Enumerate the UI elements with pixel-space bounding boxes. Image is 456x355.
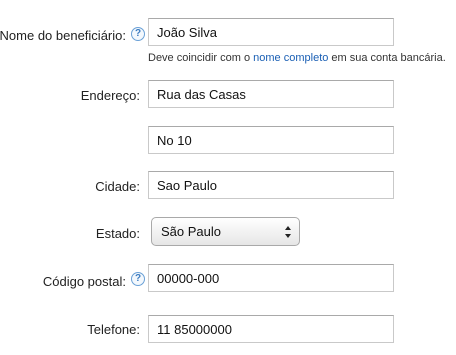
city-input[interactable] <box>148 171 394 199</box>
address-line2-input[interactable] <box>148 126 394 154</box>
city-label: Cidade: <box>95 179 140 194</box>
phone-label: Telefone: <box>87 322 140 337</box>
phone-input[interactable] <box>148 315 394 343</box>
address-line1-input[interactable] <box>148 80 394 108</box>
postal-code-input[interactable] <box>148 264 394 292</box>
address-label: Endereço: <box>80 88 140 103</box>
state-select[interactable]: São Paulo <box>151 217 300 246</box>
postal-code-label: Código postal: <box>42 274 126 289</box>
beneficiary-name-input[interactable] <box>148 18 394 46</box>
beneficiary-name-hint: Deve coincidir com o nome completo em su… <box>148 52 446 64</box>
help-icon[interactable]: ? <box>131 27 145 41</box>
hint-suffix: em sua conta bancária. <box>328 52 446 64</box>
up-down-arrows-icon <box>285 226 291 238</box>
full-name-link[interactable]: nome completo <box>253 52 328 64</box>
state-label: Estado: <box>95 226 140 241</box>
beneficiary-name-label: Nome do beneficiário: <box>0 28 126 43</box>
hint-prefix: Deve coincidir com o <box>148 52 254 64</box>
beneficiary-form: Nome do beneficiário: ? Deve coincidir c… <box>0 0 456 355</box>
state-select-value: São Paulo <box>161 224 221 239</box>
help-icon[interactable]: ? <box>131 272 145 286</box>
